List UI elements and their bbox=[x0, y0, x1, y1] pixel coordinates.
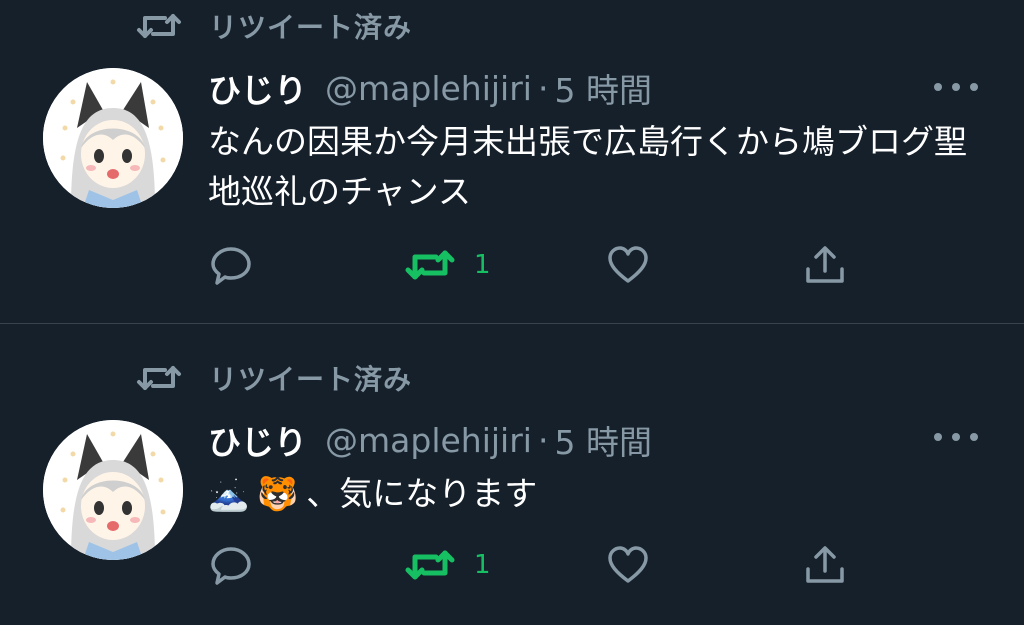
avatar-illustration bbox=[43, 420, 183, 560]
like-button[interactable] bbox=[606, 543, 650, 587]
more-icon[interactable] bbox=[934, 72, 978, 102]
timestamp[interactable]: 5 時間 bbox=[554, 64, 652, 112]
avatar[interactable] bbox=[43, 68, 183, 208]
retweet-button[interactable]: 1 bbox=[404, 243, 491, 287]
reply-icon bbox=[211, 547, 251, 585]
retweet-icon bbox=[405, 550, 455, 580]
tweet[interactable]: リツイート済み bbox=[0, 0, 1024, 323]
tweet-text: なんの因果か今月末出張で広島行くから鳩ブログ聖地巡礼のチャンス bbox=[208, 122, 967, 211]
retweeted-label: リツイート済み bbox=[209, 363, 413, 396]
separator: · bbox=[537, 68, 549, 108]
retweet-count: 1 bbox=[474, 250, 491, 280]
display-name[interactable]: ひじり bbox=[208, 64, 307, 112]
more-icon[interactable] bbox=[934, 422, 978, 452]
share-button[interactable] bbox=[803, 243, 847, 287]
tweet-header: ひじり @maplehijiri · 5 時間 bbox=[208, 416, 652, 464]
tiger-emoji: 🐯 bbox=[257, 474, 299, 513]
like-icon bbox=[608, 246, 648, 283]
timestamp[interactable]: 5 時間 bbox=[554, 416, 652, 464]
display-name[interactable]: ひじり bbox=[208, 416, 307, 464]
retweeted-label: リツイート済み bbox=[209, 11, 413, 44]
reply-button[interactable] bbox=[209, 543, 253, 587]
share-icon bbox=[806, 546, 844, 583]
retweet-context: リツイート済み bbox=[135, 358, 412, 398]
mountain-emoji: 🗻 bbox=[208, 474, 250, 513]
retweet-button[interactable]: 1 bbox=[404, 543, 491, 587]
reply-button[interactable] bbox=[209, 243, 253, 287]
retweet-icon bbox=[137, 14, 181, 38]
tweet[interactable]: リツイート済み bbox=[0, 324, 1024, 625]
separator: · bbox=[537, 420, 549, 460]
avatar-illustration bbox=[43, 68, 183, 208]
retweet-context: リツイート済み bbox=[135, 6, 412, 46]
retweet-icon bbox=[137, 366, 181, 390]
retweet-icon bbox=[405, 250, 455, 280]
timeline-feed: リツイート済み ひじり @maplehijiri · 5 時間 なんの因果か今月… bbox=[0, 0, 1024, 625]
user-handle[interactable]: @maplehijiri bbox=[325, 421, 532, 460]
share-icon bbox=[806, 246, 844, 283]
user-handle[interactable]: @maplehijiri bbox=[325, 69, 532, 108]
retweet-count: 1 bbox=[474, 550, 491, 580]
tweet-text: 🗻 🐯 、気になります bbox=[208, 469, 998, 519]
tweet-header: ひじり @maplehijiri · 5 時間 bbox=[208, 64, 652, 112]
tweet-text-content: 、気になります bbox=[306, 474, 538, 513]
reply-icon bbox=[211, 247, 251, 285]
share-button[interactable] bbox=[803, 543, 847, 587]
avatar[interactable] bbox=[43, 420, 183, 560]
like-icon bbox=[608, 546, 648, 583]
like-button[interactable] bbox=[606, 243, 650, 287]
